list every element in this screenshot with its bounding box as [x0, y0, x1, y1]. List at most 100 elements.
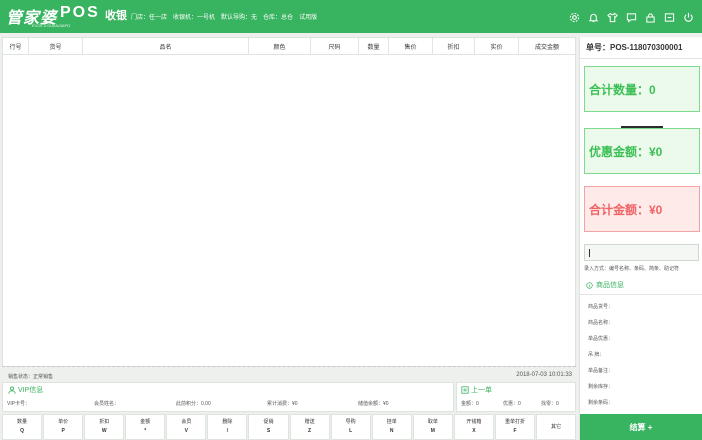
- product-item-no: 商品货号：: [588, 304, 614, 310]
- key-shortcut: V: [184, 428, 189, 434]
- logo-pos: POS: [60, 4, 100, 21]
- bell-icon[interactable]: [584, 10, 603, 24]
- user-icon: [8, 386, 16, 394]
- discount-amount: 优惠金额：¥0: [589, 144, 663, 159]
- divider: [580, 58, 702, 59]
- col-name: 品名: [83, 38, 249, 54]
- key-label: 开钱箱: [466, 419, 482, 425]
- chat-icon[interactable]: [622, 10, 641, 24]
- key-shortcut: *: [144, 428, 147, 434]
- top-bar: 管家婆 EVOL.3 GUANJIAPO POS 收银 门店：任一店 收银机：一…: [0, 0, 702, 33]
- table-header: 行号 货号 品名 颜色 尺码 数量 售价 折扣 实价 成交金额: [3, 38, 575, 55]
- order-number: 单号：POS-118070300001: [586, 43, 683, 52]
- key-shortcut: S: [266, 428, 271, 434]
- key-open-drawer[interactable]: 开钱箱 X: [453, 414, 494, 440]
- vip-member-name: 会员姓名：: [94, 401, 120, 407]
- product-info-title: 商品信息: [586, 280, 624, 290]
- col-color: 颜色: [249, 38, 311, 54]
- list-icon: [461, 386, 469, 394]
- vip-total-spend: 累计消费：¥0: [267, 401, 298, 407]
- key-shortcut: Q: [20, 428, 24, 434]
- key-label: 重单打折: [504, 419, 525, 425]
- key-label: 赠送: [304, 419, 315, 425]
- datetime: 2018-07-03 10:01:33: [516, 372, 572, 378]
- store-info-store: 门店：任一店: [131, 15, 168, 21]
- product-stock: 剩余库存：: [588, 384, 614, 390]
- lock-icon[interactable]: [641, 10, 660, 24]
- product-barcode: 剩余条码：: [588, 400, 614, 406]
- summary-panel: 单号：POS-118070300001 合计数量：0 优惠金额：¥0 合计金额：…: [579, 37, 702, 440]
- sales-table[interactable]: 行号 货号 品名 颜色 尺码 数量 售价 折扣 实价 成交金额: [2, 37, 576, 367]
- total-amount: 合计金额：¥0: [589, 202, 663, 217]
- col-discount: 折扣: [433, 38, 475, 54]
- key-shortcut: M: [430, 428, 435, 434]
- key-unit-price[interactable]: 单价 P: [43, 414, 84, 440]
- col-size: 尺码: [311, 38, 359, 54]
- discount-amount-box: 优惠金额：¥0: [584, 128, 700, 174]
- key-quantity[interactable]: 数量 Q: [2, 414, 43, 440]
- last-order-label: 上一单: [471, 387, 492, 394]
- key-shortcut: Z: [308, 428, 312, 434]
- key-guide[interactable]: 导购 L: [330, 414, 371, 440]
- key-label: 挂单: [386, 419, 397, 425]
- key-shortcut: /: [226, 428, 229, 434]
- key-whole-order-discount[interactable]: 重单打折 F: [494, 414, 536, 440]
- col-item-no: 货号: [29, 38, 83, 54]
- key-label: 数量: [17, 419, 28, 425]
- logo-subtext: EVOL.3 GUANJIAPO: [32, 23, 71, 28]
- header-icons: [565, 10, 698, 24]
- product-tag: 吊 牌：: [588, 352, 605, 358]
- key-delete[interactable]: 删除 /: [207, 414, 248, 440]
- key-shortcut: F: [513, 428, 517, 434]
- key-label: 单价: [58, 419, 69, 425]
- last-order-change: 找零：0: [541, 401, 559, 407]
- settle-button[interactable]: 结算 +: [580, 414, 702, 440]
- key-other[interactable]: 其它: [536, 414, 577, 440]
- last-order-title: 上一单: [461, 385, 492, 395]
- store-info: 门店：任一店 收银机：一号机 默认导购：无 仓库：总仓 试用版: [131, 12, 317, 21]
- key-shortcut: P: [61, 428, 65, 434]
- key-retrieve-order[interactable]: 取单 M: [412, 414, 453, 440]
- gear-icon[interactable]: [565, 10, 584, 24]
- logo-cash: 收银: [105, 10, 127, 22]
- key-shortcut: L: [349, 428, 353, 434]
- status-bar: 销售状态：正常销售 2018-07-03 10:01:33: [2, 370, 576, 382]
- product-info-label: 商品信息: [596, 282, 624, 289]
- key-discount[interactable]: 折扣 W: [84, 414, 125, 440]
- col-qty: 数量: [359, 38, 389, 54]
- key-hold-order[interactable]: 挂单 N: [371, 414, 412, 440]
- store-info-version: 试用版: [299, 15, 318, 21]
- key-label: 会员: [181, 419, 192, 425]
- col-row-no: 行号: [3, 38, 29, 54]
- product-discount: 单品优惠：: [588, 336, 614, 342]
- divider: [2, 366, 576, 367]
- store-info-warehouse: 仓库：总仓: [263, 15, 294, 21]
- vip-points: 此前积分：0.00: [176, 401, 211, 407]
- vip-card-no: VIP卡号：: [7, 401, 31, 407]
- key-label: 删除: [222, 419, 233, 425]
- shirt-icon[interactable]: [603, 10, 622, 24]
- power-icon[interactable]: [679, 10, 698, 24]
- input-tip: 录入方式：编号名称、条码、简条、助记符: [584, 266, 680, 272]
- total-quantity-box: 合计数量：0: [584, 66, 700, 112]
- key-shortcut: W: [101, 428, 107, 434]
- vip-panel: VIP信息 VIP卡号： 会员姓名： 此前积分：0.00 累计消费：¥0 储值余…: [2, 382, 454, 412]
- key-gift[interactable]: 赠送 Z: [289, 414, 330, 440]
- divider: [580, 294, 702, 295]
- total-quantity: 合计数量：0: [589, 82, 656, 97]
- sale-status: 销售状态：正常销售: [8, 374, 54, 380]
- key-shortcut: X: [472, 428, 476, 434]
- last-order-panel: 上一单 金额：0 优惠：0 找零：0: [456, 382, 576, 412]
- info-icon: [586, 281, 593, 289]
- store-info-register: 收银机：一号机: [173, 15, 216, 21]
- col-deal-amount: 成交金额: [534, 44, 559, 51]
- key-label: 金额: [140, 419, 151, 425]
- barcode-input[interactable]: [584, 244, 699, 261]
- last-order-amount: 金额：0: [461, 401, 479, 407]
- key-label: 其它: [551, 423, 562, 430]
- window-icon[interactable]: [660, 10, 679, 24]
- key-member[interactable]: 会员 V: [166, 414, 207, 440]
- col-price: 售价: [389, 38, 433, 54]
- key-promotion[interactable]: 促销 S: [248, 414, 289, 440]
- key-amount[interactable]: 金额 *: [125, 414, 166, 440]
